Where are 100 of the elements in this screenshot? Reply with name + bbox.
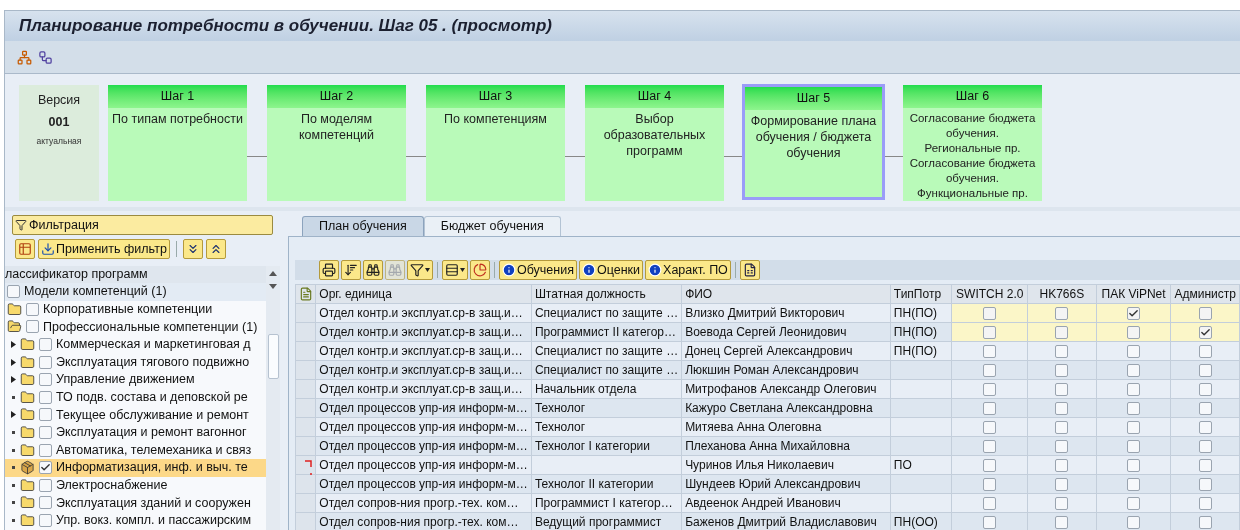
hierarchy-icon[interactable] <box>17 49 32 65</box>
expand-arrow-icon[interactable] <box>11 376 16 384</box>
checkbox[interactable] <box>983 383 997 397</box>
checkbox[interactable] <box>1055 402 1069 416</box>
checkbox[interactable] <box>983 364 997 378</box>
checkbox[interactable] <box>39 426 52 440</box>
row-selector[interactable] <box>295 493 316 513</box>
workflow-icon[interactable] <box>38 49 53 65</box>
checkbox[interactable] <box>1055 307 1069 321</box>
row-selector[interactable] <box>295 417 316 437</box>
info-button[interactable]: Обучения <box>499 260 577 280</box>
column-header[interactable]: Администр <box>1171 284 1240 304</box>
checkbox[interactable] <box>1198 478 1212 492</box>
checkbox[interactable] <box>1127 421 1141 435</box>
column-header[interactable]: ПАК ViPNet <box>1096 284 1171 304</box>
checkbox[interactable] <box>1198 402 1212 416</box>
checkbox[interactable] <box>1198 440 1212 454</box>
scroll-up-icon[interactable] <box>269 271 277 276</box>
checkbox[interactable] <box>39 461 52 475</box>
checkbox[interactable] <box>1127 345 1141 359</box>
column-header[interactable]: ФИО <box>681 284 891 304</box>
checkbox[interactable] <box>39 443 52 457</box>
tree-item[interactable]: Электроснабжение <box>5 476 266 495</box>
checkbox[interactable] <box>1055 440 1069 454</box>
scroll-down-icon[interactable] <box>269 284 277 289</box>
tree-item[interactable]: Информатизация, инф. и выч. те <box>5 458 266 477</box>
filter-button[interactable] <box>407 260 433 280</box>
column-header[interactable]: Орг. единица <box>315 284 532 304</box>
checkbox[interactable] <box>983 345 997 359</box>
tab[interactable]: План обучения <box>302 216 424 236</box>
checkbox[interactable] <box>1127 497 1141 511</box>
checkbox[interactable] <box>1055 459 1069 473</box>
info-button[interactable]: Характ. ПО <box>645 260 731 280</box>
checkbox[interactable] <box>1055 497 1069 511</box>
checkbox[interactable] <box>26 320 39 334</box>
find-button[interactable] <box>363 260 383 280</box>
step-card[interactable]: Шаг 5 Формирование плана обучения / бюджета обучения <box>742 84 885 200</box>
checkbox[interactable] <box>983 516 997 530</box>
checkbox[interactable] <box>983 421 997 435</box>
checkbox[interactable] <box>983 402 997 416</box>
checkbox[interactable] <box>983 440 997 454</box>
checkbox[interactable] <box>1198 421 1212 435</box>
column-header[interactable]: Штатная должность <box>531 284 682 304</box>
checkbox[interactable] <box>39 338 52 352</box>
tree-item[interactable]: Профессиональные компетенции (1) <box>5 318 266 336</box>
column-header[interactable]: HK766S <box>1027 284 1097 304</box>
checkbox[interactable] <box>1198 383 1212 397</box>
row-selector[interactable] <box>295 455 316 475</box>
row-selector[interactable] <box>295 322 316 342</box>
checkbox[interactable] <box>1055 383 1069 397</box>
checkbox[interactable] <box>983 307 997 321</box>
tree-item[interactable]: Эксплуатация и ремонт вагонног <box>5 423 266 442</box>
checkbox[interactable] <box>1198 364 1212 378</box>
sort-button[interactable] <box>341 260 361 280</box>
tree-item[interactable]: Эксплуатация зданий и сооружен <box>5 494 266 512</box>
tree-item[interactable]: Текущее обслуживание и ремонт <box>5 406 266 424</box>
row-selector[interactable] <box>295 360 316 380</box>
column-header[interactable]: SWITCH 2.0 <box>952 284 1028 304</box>
step-card[interactable]: Шаг 6 Согласование бюджета обучения. Региональные пр. Согласование бюджета обучения. Функциональные пр. <box>903 85 1042 201</box>
step-card[interactable]: Шаг 2 По моделям компетенций <box>267 85 406 201</box>
checkbox[interactable] <box>1055 421 1069 435</box>
checkbox[interactable] <box>1127 440 1141 454</box>
checkbox[interactable] <box>39 478 52 492</box>
checkbox[interactable] <box>39 496 52 510</box>
expand-all-button[interactable] <box>182 239 203 259</box>
checkbox[interactable] <box>1127 307 1141 321</box>
checkbox[interactable] <box>26 302 39 316</box>
filter-header[interactable]: Фильтрация <box>12 215 273 235</box>
tree-item[interactable]: Автоматика, телемеханика и связ <box>5 441 266 459</box>
step-card[interactable]: Шаг 3 По компетенциям <box>426 85 565 201</box>
checkbox[interactable] <box>1198 459 1212 473</box>
step-card[interactable]: Шаг 1 По типам потребности <box>108 85 247 201</box>
layout-button[interactable] <box>442 260 468 280</box>
checkbox[interactable] <box>1127 478 1141 492</box>
column-header[interactable] <box>295 284 316 304</box>
checkbox[interactable] <box>39 390 52 404</box>
row-selector[interactable] <box>295 379 316 399</box>
row-selector[interactable] <box>295 341 316 361</box>
table-button[interactable] <box>15 239 35 259</box>
checkbox[interactable] <box>7 285 20 299</box>
tree-item[interactable]: Корпоративные компетенции <box>5 300 266 319</box>
checkbox[interactable] <box>983 478 997 492</box>
checkbox[interactable] <box>983 459 997 473</box>
checkbox[interactable] <box>39 373 52 387</box>
checkbox[interactable] <box>1127 402 1141 416</box>
info-button[interactable]: Оценки <box>579 260 644 280</box>
collapse-all-button[interactable] <box>205 239 226 259</box>
tree-item[interactable]: Коммерческая и маркетинговая д <box>5 335 266 354</box>
apply-filter-button[interactable]: Применить фильтр <box>38 239 170 259</box>
row-selector[interactable] <box>295 474 316 494</box>
tab[interactable]: Бюджет обучения <box>423 216 561 236</box>
scrollbar[interactable] <box>266 266 280 530</box>
checkbox[interactable] <box>1127 516 1141 530</box>
checkbox[interactable] <box>983 326 997 340</box>
checkbox[interactable] <box>1198 345 1212 359</box>
checkbox[interactable] <box>1127 383 1141 397</box>
checkbox[interactable] <box>1055 345 1069 359</box>
checkbox[interactable] <box>1198 497 1212 511</box>
checkbox[interactable] <box>1127 459 1141 473</box>
row-selector[interactable] <box>295 436 316 456</box>
